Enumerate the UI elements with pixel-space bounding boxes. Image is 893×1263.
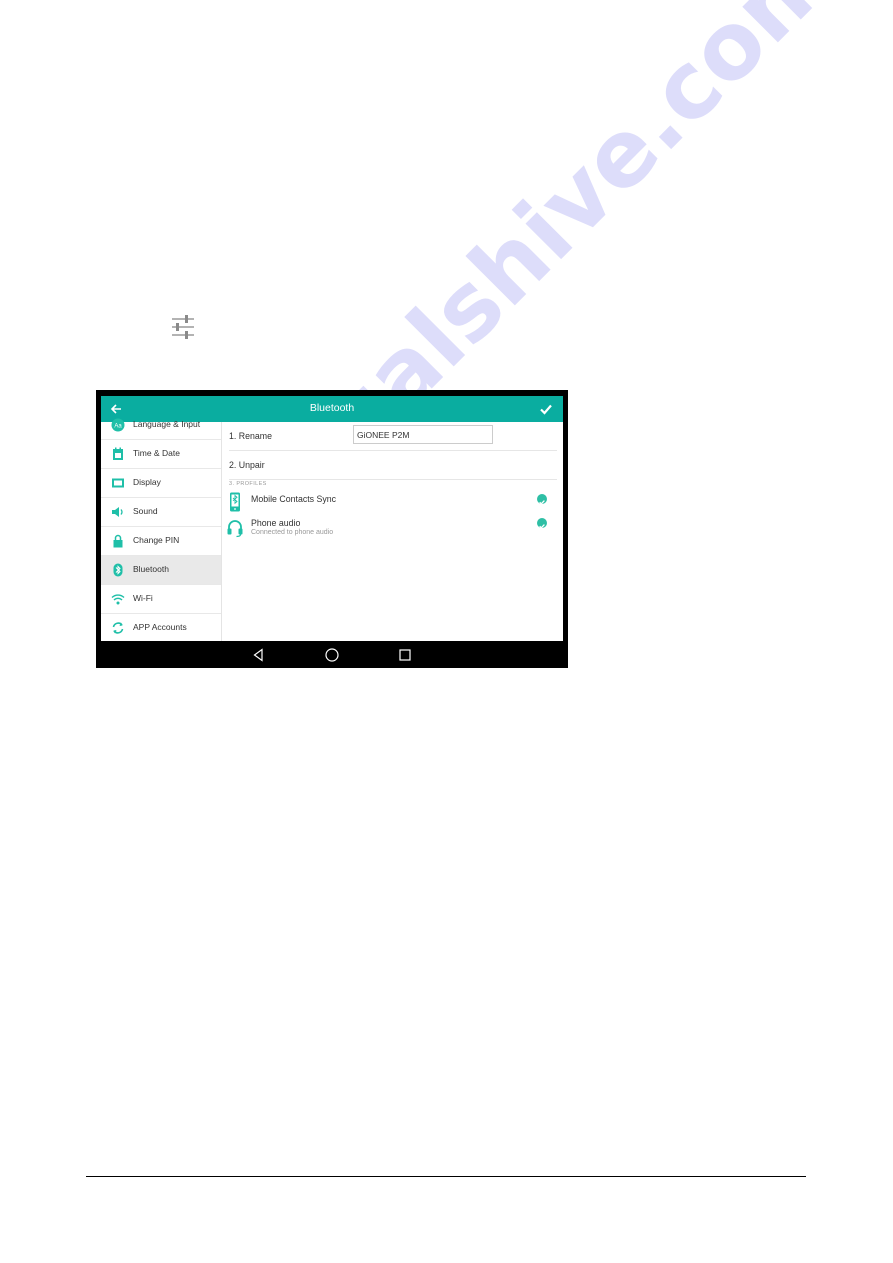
speaker-icon: [112, 507, 123, 517]
footer-divider: [86, 1176, 806, 1177]
rename-label: 1. Rename: [229, 431, 273, 441]
sidebar-item-label: Time & Date: [133, 448, 180, 458]
sidebar-item-label: Bluetooth: [133, 564, 169, 574]
sidebar-item-label: Sound: [133, 506, 158, 516]
nav-recents-button[interactable]: [397, 647, 413, 663]
wifi-icon: [111, 594, 125, 605]
device-screenshot: Bluetooth Aa Language & Input Time & Dat…: [96, 390, 568, 668]
sidebar-item-label: Wi-Fi: [133, 593, 153, 603]
profile-name: Phone audio: [251, 518, 301, 528]
language-icon: Aa: [111, 418, 125, 432]
sidebar-item-display[interactable]: Display: [101, 469, 221, 498]
svg-text:Aa: Aa: [114, 424, 122, 430]
profile-phone-audio[interactable]: Phone audio Connected to phone audio: [227, 516, 557, 540]
sidebar-item-sound[interactable]: Sound: [101, 498, 221, 527]
nav-home-button[interactable]: [324, 647, 340, 663]
display-icon: [112, 478, 124, 488]
phone-bluetooth-icon: [230, 492, 240, 512]
unpair-row[interactable]: 2. Unpair: [229, 451, 557, 480]
sidebar-item-wifi[interactable]: Wi-Fi: [101, 585, 221, 614]
android-nav-bar: [96, 641, 568, 668]
calendar-icon: [113, 447, 123, 460]
sidebar-item-label: APP Accounts: [133, 622, 187, 632]
confirm-button[interactable]: [539, 399, 555, 417]
profile-mobile-contacts-sync[interactable]: Mobile Contacts Sync: [227, 492, 557, 516]
sidebar-item-time-date[interactable]: Time & Date: [101, 440, 221, 469]
checkmark-circle-icon: [537, 518, 547, 529]
back-nav-icon: [253, 648, 263, 662]
settings-sidebar: Aa Language & Input Time & Date Display …: [101, 418, 222, 641]
profile-name: Mobile Contacts Sync: [251, 494, 337, 504]
home-nav-icon: [325, 648, 339, 662]
sidebar-item-language-input[interactable]: Aa Language & Input: [101, 411, 221, 440]
bluetooth-icon: [113, 563, 123, 577]
headphones-icon: [227, 520, 243, 538]
sidebar-item-label: Display: [133, 477, 161, 487]
sidebar-item-change-pin[interactable]: Change PIN: [101, 527, 221, 556]
sync-icon: [112, 622, 124, 634]
rename-input[interactable]: GiONEE P2M: [353, 425, 493, 444]
sidebar-item-label: Change PIN: [133, 535, 180, 545]
checkmark-circle-icon: [537, 494, 547, 505]
nav-back-button[interactable]: [251, 647, 267, 663]
recents-nav-icon: [399, 649, 411, 661]
profiles-section-header: 3. PROFILES: [229, 481, 267, 487]
profile-status: Connected to phone audio: [251, 529, 334, 536]
unpair-label: 2. Unpair: [229, 460, 265, 470]
bluetooth-detail-panel: 1. Rename GiONEE P2M 2. Unpair 3. PROFIL…: [222, 422, 563, 641]
device-screen: Bluetooth Aa Language & Input Time & Dat…: [101, 396, 563, 641]
lock-icon: [113, 534, 123, 548]
settings-sliders-icon: [172, 315, 194, 339]
sidebar-item-app-accounts[interactable]: APP Accounts: [101, 614, 221, 641]
sidebar-item-bluetooth[interactable]: Bluetooth: [101, 556, 221, 585]
sidebar-item-label: Language & Input: [133, 419, 201, 429]
checkmark-icon: [540, 404, 552, 415]
rename-row: 1. Rename GiONEE P2M: [229, 422, 557, 451]
